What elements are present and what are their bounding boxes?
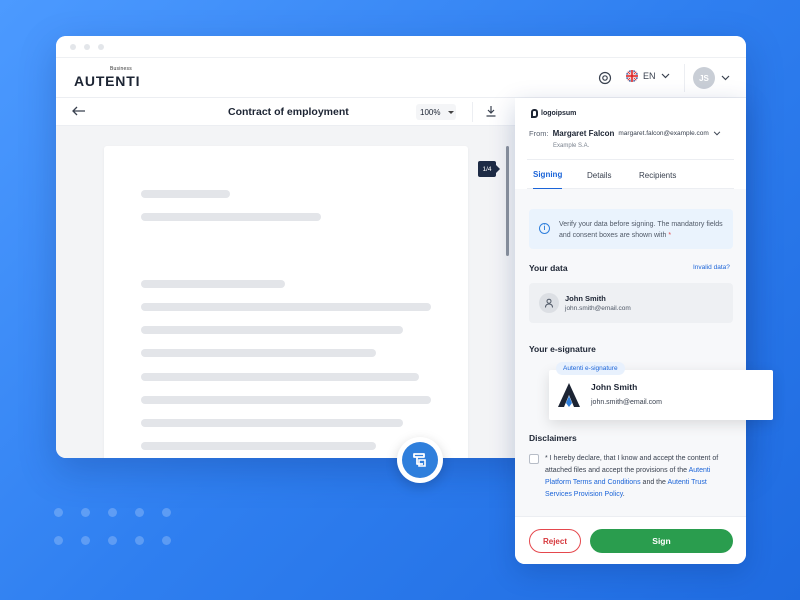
window-dot-icon [70,44,76,50]
required-mark: * [668,232,672,239]
toolbar-divider [472,102,473,122]
document-viewer[interactable]: 1/4 [56,126,515,458]
user-icon [539,293,559,313]
text-placeholder-line [141,349,376,357]
user-name: John Smith [565,294,606,303]
tab-signing[interactable]: Signing [533,160,563,190]
user-menu[interactable]: JS [684,64,730,92]
logo-subtitle: Business [110,66,132,72]
user-data-card: John Smith john.smith@email.com [529,283,733,323]
tab-recipients[interactable]: Recipients [639,160,676,190]
text-placeholder-line [141,280,285,288]
download-icon[interactable] [485,105,497,117]
document-title: Contract of employment [228,106,349,118]
consent-checkbox[interactable] [529,454,539,464]
user-email: john.smith@email.com [565,305,631,312]
text-placeholder-line [141,213,321,221]
document-page [104,146,468,458]
text-placeholder-line [141,373,419,381]
signer-name: John Smith [591,382,638,392]
document-toolbar: Contract of employment 100% [56,98,515,126]
from-label: From: [529,129,549,138]
signer-email: john.smith@email.com [591,399,662,406]
app-header: Business AUTENTI EN JS [56,58,746,98]
scrollbar[interactable] [506,146,509,256]
chevron-down-icon [713,131,721,136]
chevron-down-icon [721,75,730,81]
esignature-card[interactable]: John Smith john.smith@email.com [549,370,773,420]
signing-form: i Verify your data before signing. The m… [515,189,746,516]
sender-email: margaret.falcon@example.com [618,130,709,137]
disclaimer-text: * I hereby declare, that I know and acce… [545,455,719,498]
your-data-title: Your data [529,263,568,273]
invalid-data-link[interactable]: Invalid data? [693,264,730,271]
sender-selector[interactable]: From: Margaret Falcon margaret.falcon@ex… [529,129,721,138]
info-banner: i Verify your data before signing. The m… [529,209,733,249]
window-dot-icon [98,44,104,50]
logoipsum-icon [531,109,538,118]
back-arrow-icon[interactable] [72,106,86,116]
panel-footer: Reject Sign [515,516,746,564]
caret-down-icon [448,110,455,114]
text-placeholder-line [141,326,403,334]
sender-logo: logoipsum [531,109,576,118]
tab-details[interactable]: Details [587,160,611,190]
esignature-type-chip: Autenti e-signature [556,362,625,375]
info-icon: i [539,223,550,234]
avatar: JS [693,67,715,89]
text-placeholder-line [141,442,376,450]
text-placeholder-line [141,190,230,198]
autenti-signature-icon [558,383,580,407]
zoom-select[interactable]: 100% [416,104,456,120]
sender-logo-text: logoipsum [541,110,577,117]
text-placeholder-line [141,396,431,404]
window-dot-icon [84,44,90,50]
sender-name: Margaret Falcon [552,129,615,138]
panel-tabs: Signing Details Recipients [527,159,734,190]
sender-company: Example S.A. [553,143,590,149]
uk-flag-icon [626,70,638,82]
text-placeholder-line [141,303,431,311]
help-icon[interactable] [598,71,612,85]
reject-button[interactable]: Reject [529,529,581,553]
language-selector[interactable]: EN [626,70,670,82]
signing-panel: logoipsum From: Margaret Falcon margaret… [515,98,746,564]
page-indicator: 1/4 [478,161,500,177]
disclaimers-title: Disclaimers [529,433,577,443]
esignature-title: Your e-signature [529,344,596,354]
info-text: Verify your data before signing. The man… [559,221,723,239]
zoom-value: 100% [420,107,441,117]
logo-text: AUTENTI [74,73,141,89]
window-titlebar [56,36,746,58]
signing-tool-button[interactable] [397,437,443,483]
signature-stamp-icon [402,442,438,478]
chevron-down-icon [661,73,669,79]
sign-button[interactable]: Sign [590,529,733,553]
language-label: EN [643,71,656,81]
text-placeholder-line [141,419,403,427]
